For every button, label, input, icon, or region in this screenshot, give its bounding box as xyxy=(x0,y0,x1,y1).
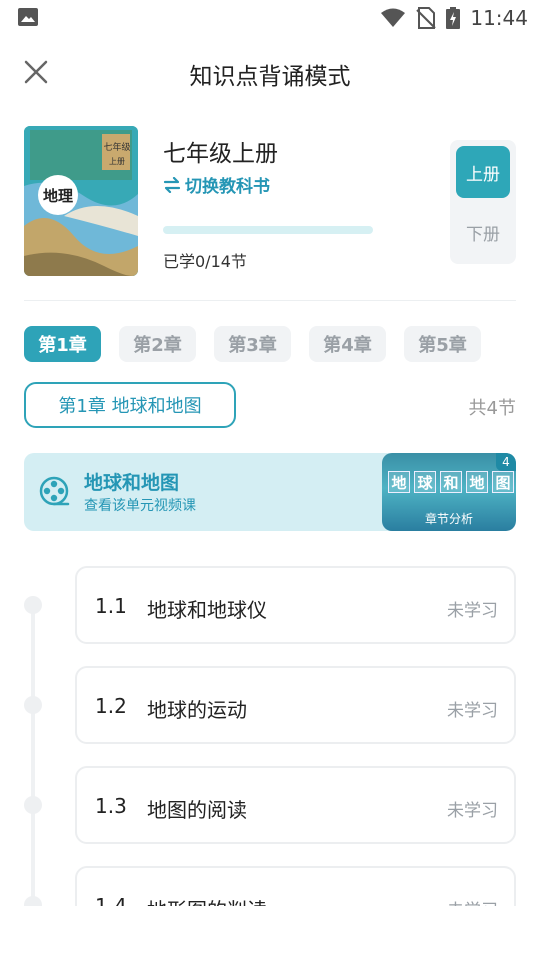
timeline-line xyxy=(31,598,35,906)
section-list: 1.1 地球和地球仪 未学习 1.2 地球的运动 未学习 1.3 地图的阅读 未… xyxy=(0,548,540,906)
section-item-1-2[interactable]: 1.2 地球的运动 未学习 xyxy=(75,666,516,744)
video-count-badge: 4 xyxy=(496,453,516,471)
switch-textbook-label: 切换教科书 xyxy=(185,177,270,197)
section-name: 地球的运动 xyxy=(147,698,247,722)
video-thumbnail-label: 章节分析 xyxy=(424,512,473,526)
chapter-tab-3[interactable]: 第3章 xyxy=(214,326,291,362)
title-bar: 知识点背诵模式 xyxy=(0,48,540,96)
section-item-1-1[interactable]: 1.1 地球和地球仪 未学习 xyxy=(75,566,516,644)
unit-video-banner[interactable]: 地球和地图 查看该单元视频课 地 球 和 地 图 章节分析 4 xyxy=(24,453,516,531)
film-reel-icon xyxy=(39,476,70,506)
video-banner-title: 地球和地图 xyxy=(84,472,180,494)
section-name: 地球和地球仪 xyxy=(147,598,267,622)
chapter-name-pill: 第1章 地球和地图 xyxy=(24,382,236,428)
thumb-char: 地 xyxy=(466,471,488,493)
timeline-dot xyxy=(24,896,42,906)
switch-textbook-link[interactable]: 切换教科书 xyxy=(163,172,270,197)
video-banner-subtitle: 查看该单元视频课 xyxy=(84,498,196,514)
chapter-tab-5[interactable]: 第5章 xyxy=(404,326,481,362)
section-number: 1.1 xyxy=(95,594,127,618)
thumb-char: 图 xyxy=(492,471,514,493)
book-title: 七年级上册 xyxy=(163,141,278,167)
thumb-char: 和 xyxy=(440,471,462,493)
status-time: 11:44 xyxy=(470,6,528,30)
photo-notification-icon xyxy=(18,8,38,26)
section-status: 未学习 xyxy=(447,701,498,721)
battery-charging-icon xyxy=(446,7,461,29)
section-item-1-4[interactable]: 1.4 地形图的判读 未学习 xyxy=(75,866,516,906)
section-number: 1.2 xyxy=(95,694,127,718)
section-number: 1.3 xyxy=(95,794,127,818)
no-sim-icon xyxy=(416,7,437,29)
chapter-tab-2[interactable]: 第2章 xyxy=(119,326,196,362)
chapter-tab-4[interactable]: 第4章 xyxy=(309,326,386,362)
book-cover: 七年级 上册 地理 xyxy=(24,126,138,276)
cover-grade-text: 七年级 xyxy=(103,143,131,153)
header-divider xyxy=(24,300,516,301)
cover-subject-text: 地理 xyxy=(42,187,73,205)
thumb-char: 地 xyxy=(388,471,410,493)
timeline-dot xyxy=(24,596,42,614)
section-number: 1.4 xyxy=(95,894,127,906)
volume-upper-button[interactable]: 上册 xyxy=(456,146,510,198)
page-title: 知识点背诵模式 xyxy=(189,64,351,90)
volume-toggle: 上册 下册 xyxy=(450,140,516,264)
swap-arrows-icon xyxy=(163,176,181,193)
section-count: 共4节 xyxy=(468,398,516,419)
section-item-1-3[interactable]: 1.3 地图的阅读 未学习 xyxy=(75,766,516,844)
thumb-char: 球 xyxy=(414,471,436,493)
section-name: 地形图的判读 xyxy=(147,894,267,906)
section-name: 地图的阅读 xyxy=(147,798,247,822)
timeline-dot xyxy=(24,696,42,714)
video-thumbnail: 地 球 和 地 图 章节分析 4 xyxy=(382,453,516,531)
volume-lower-button[interactable]: 下册 xyxy=(456,206,510,258)
section-status: 未学习 xyxy=(447,801,498,821)
cover-volume-text: 上册 xyxy=(109,157,125,166)
section-status: 未学习 xyxy=(447,896,498,906)
learning-progress-text: 已学0/14节 xyxy=(163,252,247,271)
learning-progress-bar xyxy=(163,226,373,234)
section-status: 未学习 xyxy=(447,601,498,621)
wifi-icon xyxy=(381,8,406,27)
status-bar: 11:44 xyxy=(0,0,540,36)
timeline-dot xyxy=(24,796,42,814)
chapter-tab-1[interactable]: 第1章 xyxy=(24,326,101,362)
